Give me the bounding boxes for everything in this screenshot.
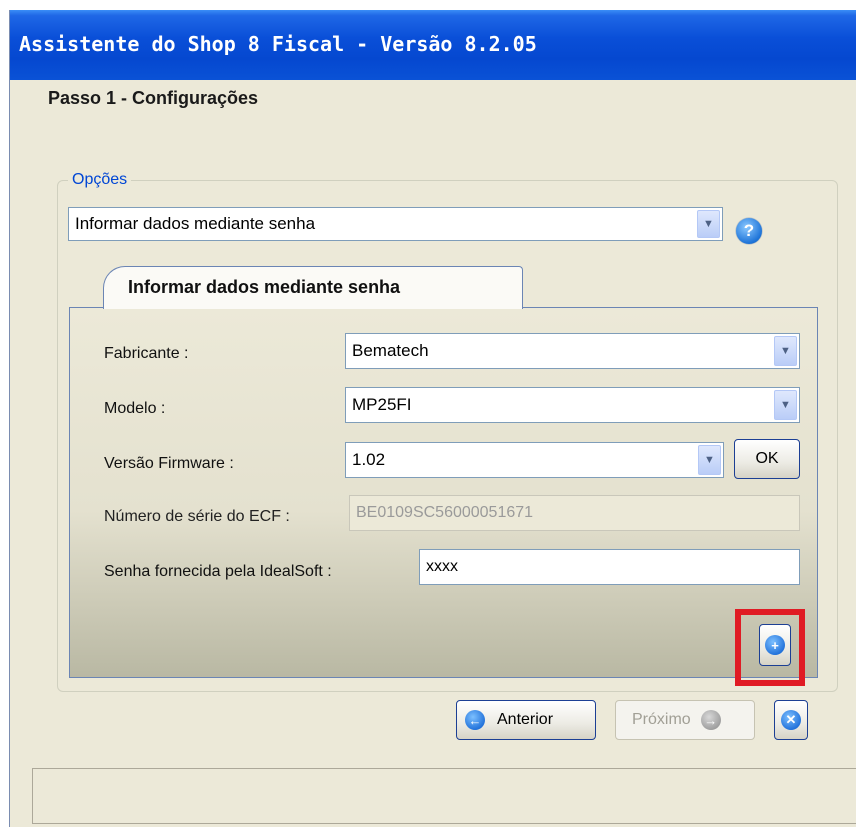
chevron-down-icon[interactable]: ▼	[774, 390, 797, 420]
window-title: Assistente do Shop 8 Fiscal - Versão 8.2…	[19, 32, 537, 56]
help-icon[interactable]: ?	[736, 218, 762, 244]
fabricante-value: Bematech	[352, 341, 429, 360]
close-icon: ✕	[781, 710, 801, 730]
senha-field[interactable]: xxxx	[419, 549, 800, 585]
mode-select[interactable]: Informar dados mediante senha ▼	[68, 207, 723, 241]
fabricante-select[interactable]: Bematech ▼	[345, 333, 800, 369]
cancel-button[interactable]: ✕	[774, 700, 808, 740]
ok-button[interactable]: OK	[734, 439, 800, 479]
chevron-down-icon[interactable]: ▼	[697, 210, 720, 238]
firmware-select[interactable]: 1.02 ▼	[345, 442, 724, 478]
serial-field[interactable]: BE0109SC56000051671	[349, 495, 800, 531]
chevron-down-icon[interactable]: ▼	[774, 336, 797, 366]
serial-label: Número de série do ECF :	[104, 508, 290, 525]
senha-label: Senha fornecida pela IdealSoft :	[104, 563, 332, 580]
firmware-label: Versão Firmware :	[104, 455, 234, 472]
arrow-right-icon: →	[700, 710, 721, 730]
status-bar	[32, 768, 856, 824]
modelo-label: Modelo :	[104, 400, 166, 417]
chevron-down-icon[interactable]: ▼	[698, 445, 721, 475]
options-group-label: Opções	[68, 171, 132, 189]
next-button-label: Próximo	[632, 711, 691, 728]
tab-label: Informar dados mediante senha	[128, 277, 401, 297]
previous-button-label: Anterior	[497, 711, 554, 728]
senha-value: xxxx	[426, 558, 458, 575]
fabricante-label: Fabricante :	[104, 345, 189, 362]
previous-button[interactable]: ← Anterior	[456, 700, 596, 740]
modelo-value: MP25FI	[352, 395, 412, 414]
wizard-window: Assistente do Shop 8 Fiscal - Versão 8.2…	[9, 10, 856, 827]
title-bar: Assistente do Shop 8 Fiscal - Versão 8.2…	[10, 10, 856, 80]
highlight-box	[735, 609, 805, 686]
serial-value: BE0109SC56000051671	[356, 504, 534, 521]
next-button[interactable]: Próximo →	[615, 700, 755, 740]
step-title: Passo 1 - Configurações	[48, 88, 259, 108]
modelo-select[interactable]: MP25FI ▼	[345, 387, 800, 423]
mode-select-value: Informar dados mediante senha	[75, 214, 316, 233]
tab-informar-dados[interactable]: Informar dados mediante senha	[103, 266, 523, 309]
firmware-value: 1.02	[352, 450, 386, 469]
arrow-left-icon: ←	[465, 710, 485, 730]
